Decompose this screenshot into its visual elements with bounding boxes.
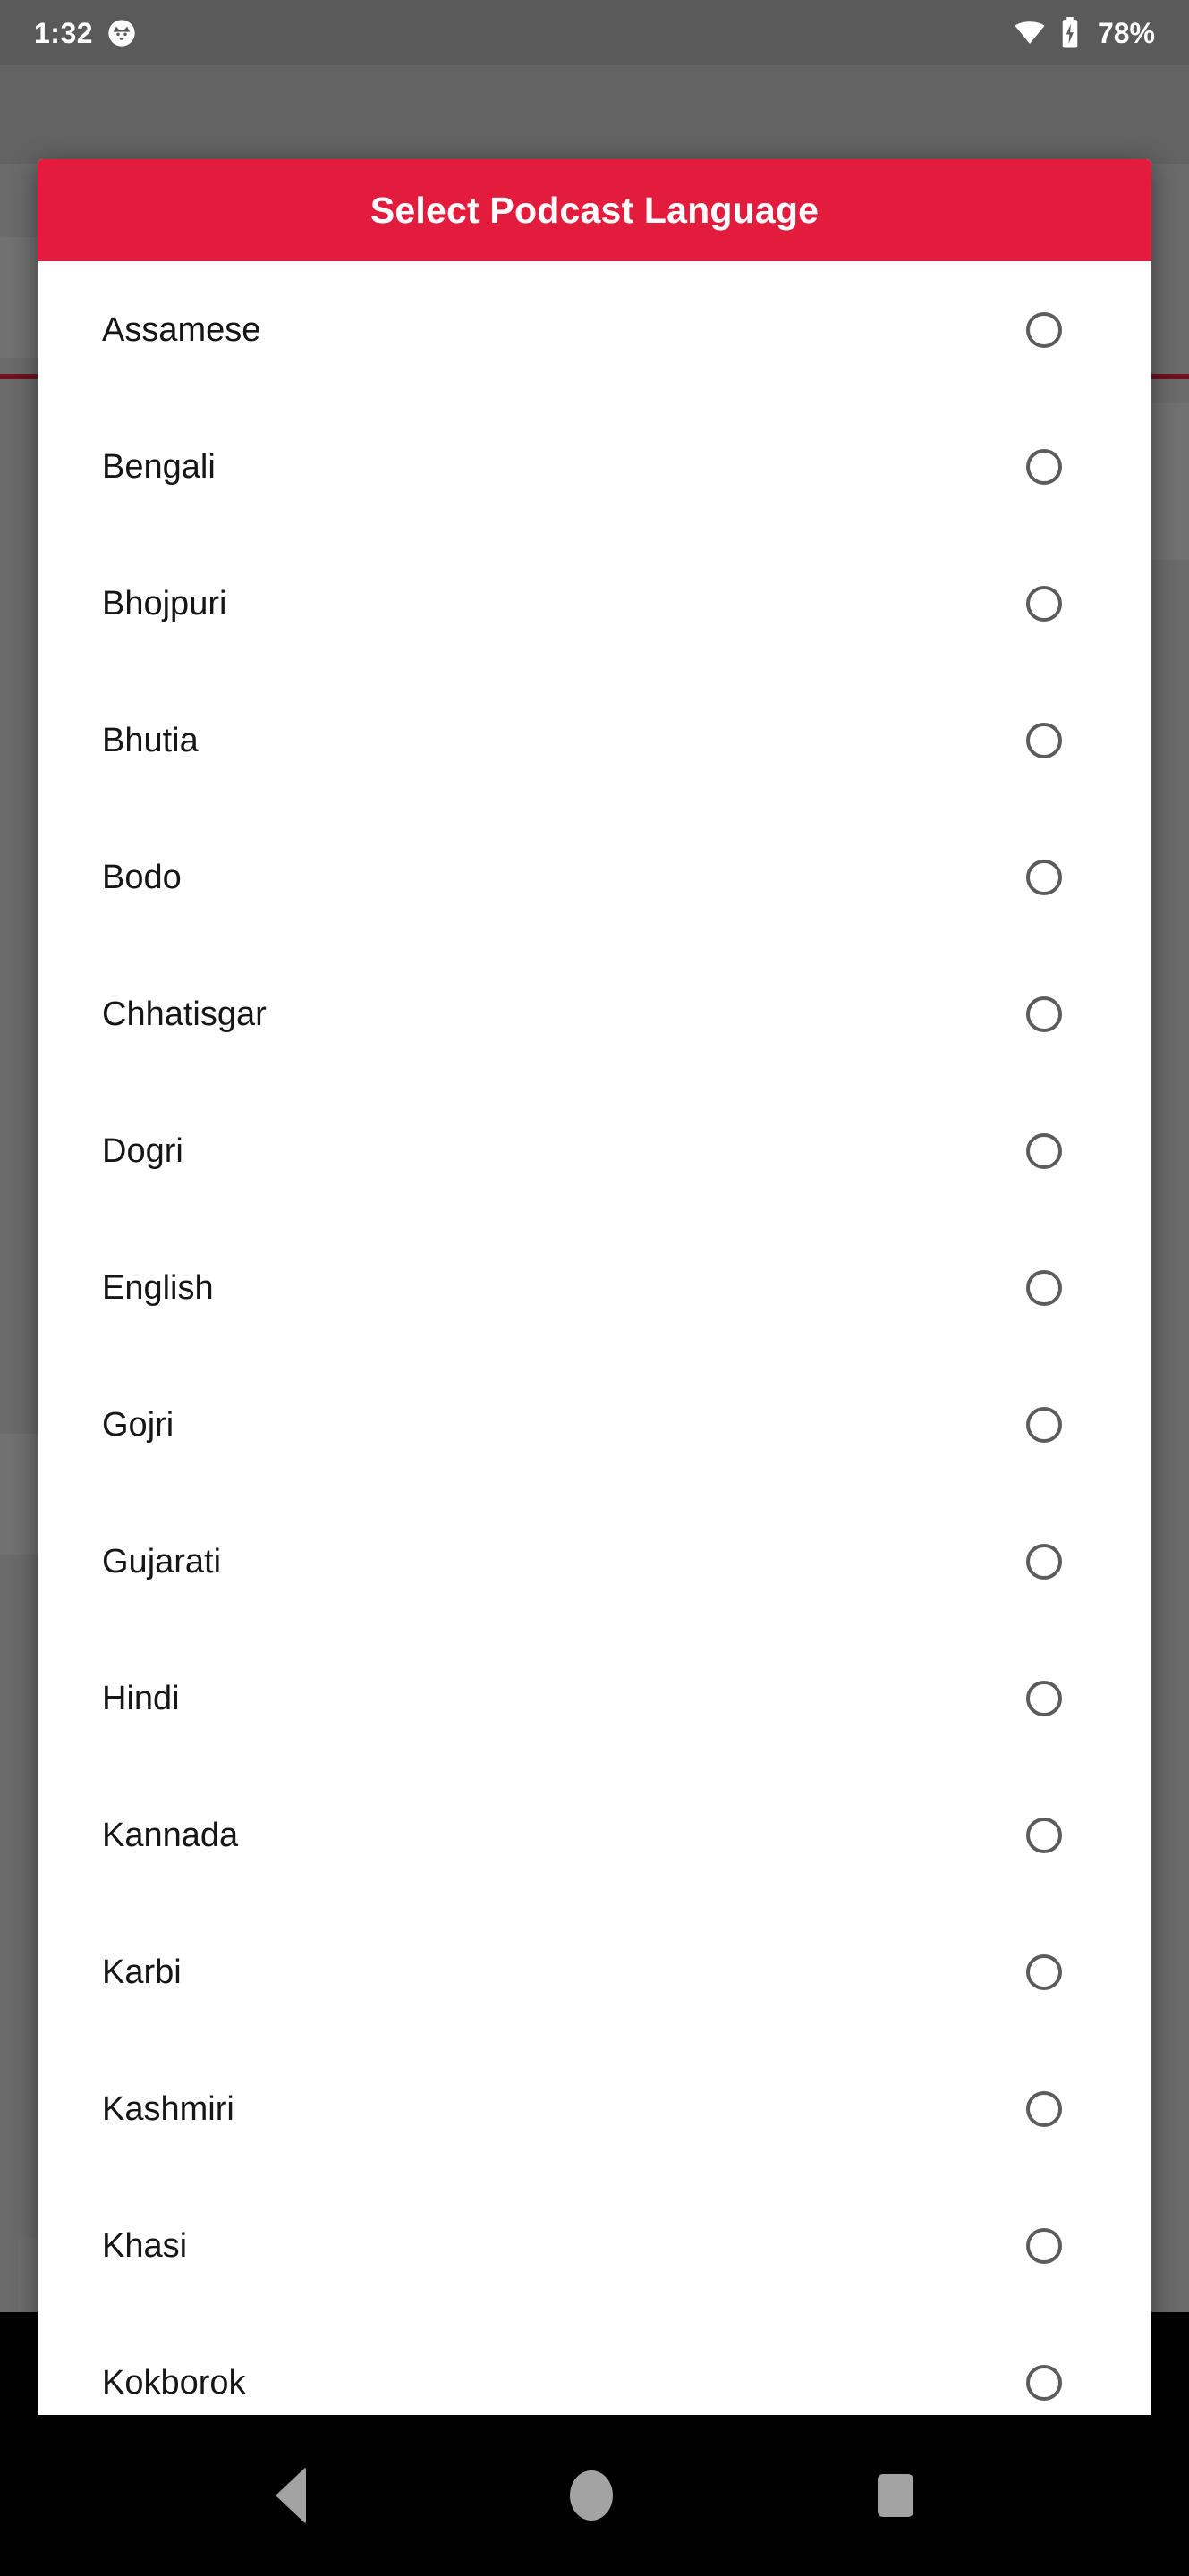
recents-square-icon[interactable] <box>878 2474 914 2517</box>
language-option-row[interactable]: Hindi <box>38 1630 1151 1767</box>
language-option-label: Kashmiri <box>102 2089 234 2128</box>
language-option-radio[interactable] <box>1026 859 1062 895</box>
language-option-label: Kokborok <box>102 2363 246 2402</box>
language-option-radio[interactable] <box>1026 996 1062 1032</box>
language-option-row[interactable]: Kannada <box>38 1767 1151 1903</box>
language-option-row[interactable]: Bhojpuri <box>38 535 1151 672</box>
language-option-label: Khasi <box>102 2226 188 2265</box>
language-option-row[interactable]: Bodo <box>38 809 1151 945</box>
select-podcast-language-dialog: Select Podcast Language Assamese Bengali B… <box>38 159 1151 2428</box>
language-option-label: Gojri <box>102 1405 174 1444</box>
language-option-row[interactable]: Khasi <box>38 2177 1151 2314</box>
language-option-label: Bodo <box>102 858 182 896</box>
language-option-row[interactable]: Kashmiri <box>38 2040 1151 2177</box>
language-option-row[interactable]: Chhatisgar <box>38 945 1151 1082</box>
language-option-row[interactable]: Gojri <box>38 1356 1151 1493</box>
home-circle-icon[interactable] <box>570 2470 614 2521</box>
language-option-row[interactable]: English <box>38 1219 1151 1356</box>
language-option-radio[interactable] <box>1026 1953 1062 1990</box>
status-bar-left: 1:32 <box>34 19 136 47</box>
language-option-radio[interactable] <box>1026 2364 1062 2401</box>
battery-charging-icon <box>1060 16 1080 49</box>
language-option-radio[interactable] <box>1026 1132 1062 1169</box>
language-option-row[interactable]: Bengali <box>38 398 1151 535</box>
language-option-label: English <box>102 1268 214 1307</box>
language-option-radio[interactable] <box>1026 722 1062 758</box>
language-option-label: Hindi <box>102 1679 180 1717</box>
language-option-row[interactable]: Karbi <box>38 1903 1151 2040</box>
language-option-radio[interactable] <box>1026 2227 1062 2264</box>
navigation-bar <box>0 2415 1189 2576</box>
language-option-radio[interactable] <box>1026 311 1062 348</box>
language-option-label: Bhojpuri <box>102 584 227 623</box>
language-option-radio[interactable] <box>1026 585 1062 622</box>
language-option-row[interactable]: Assamese <box>38 261 1151 398</box>
language-option-radio[interactable] <box>1026 1543 1062 1580</box>
language-option-label: Dogri <box>102 1131 183 1170</box>
phone-screen: 1:32 78% Select Podcast Language Assames… <box>0 0 1189 2576</box>
language-option-radio[interactable] <box>1026 448 1062 485</box>
language-option-label: Karbi <box>102 1953 182 1991</box>
language-option-label: Bengali <box>102 447 216 486</box>
language-option-row[interactable]: Dogri <box>38 1082 1151 1219</box>
language-option-label: Assamese <box>102 310 261 349</box>
dialog-title: Select Podcast Language <box>369 189 820 231</box>
language-options-list[interactable]: Assamese Bengali Bhojpuri Bhutia Bodo Chhatis… <box>38 261 1151 2428</box>
language-option-label: Gujarati <box>102 1542 222 1580</box>
app-notification-icon <box>107 19 136 47</box>
status-bar-clock: 1:32 <box>34 16 94 49</box>
back-triangle-icon[interactable] <box>275 2467 306 2524</box>
background-app-toolbar <box>0 65 1189 164</box>
language-option-label: Chhatisgar <box>102 995 267 1033</box>
language-option-label: Kannada <box>102 1816 239 1854</box>
language-option-label: Bhutia <box>102 721 199 759</box>
battery-percentage-label: 78% <box>1097 16 1155 49</box>
language-option-row[interactable]: Bhutia <box>38 672 1151 809</box>
language-option-row[interactable]: Gujarati <box>38 1493 1151 1630</box>
language-option-radio[interactable] <box>1026 1269 1062 1306</box>
language-option-row[interactable]: Kokborok <box>38 2314 1151 2428</box>
wifi-icon <box>1014 20 1046 47</box>
language-option-radio[interactable] <box>1026 1817 1062 1853</box>
language-option-radio[interactable] <box>1026 2090 1062 2127</box>
status-bar-right: 78% <box>1014 16 1155 49</box>
language-option-radio[interactable] <box>1026 1680 1062 1716</box>
language-option-radio[interactable] <box>1026 1406 1062 1443</box>
status-bar: 1:32 78% <box>0 0 1189 65</box>
dialog-header: Select Podcast Language <box>38 159 1151 261</box>
